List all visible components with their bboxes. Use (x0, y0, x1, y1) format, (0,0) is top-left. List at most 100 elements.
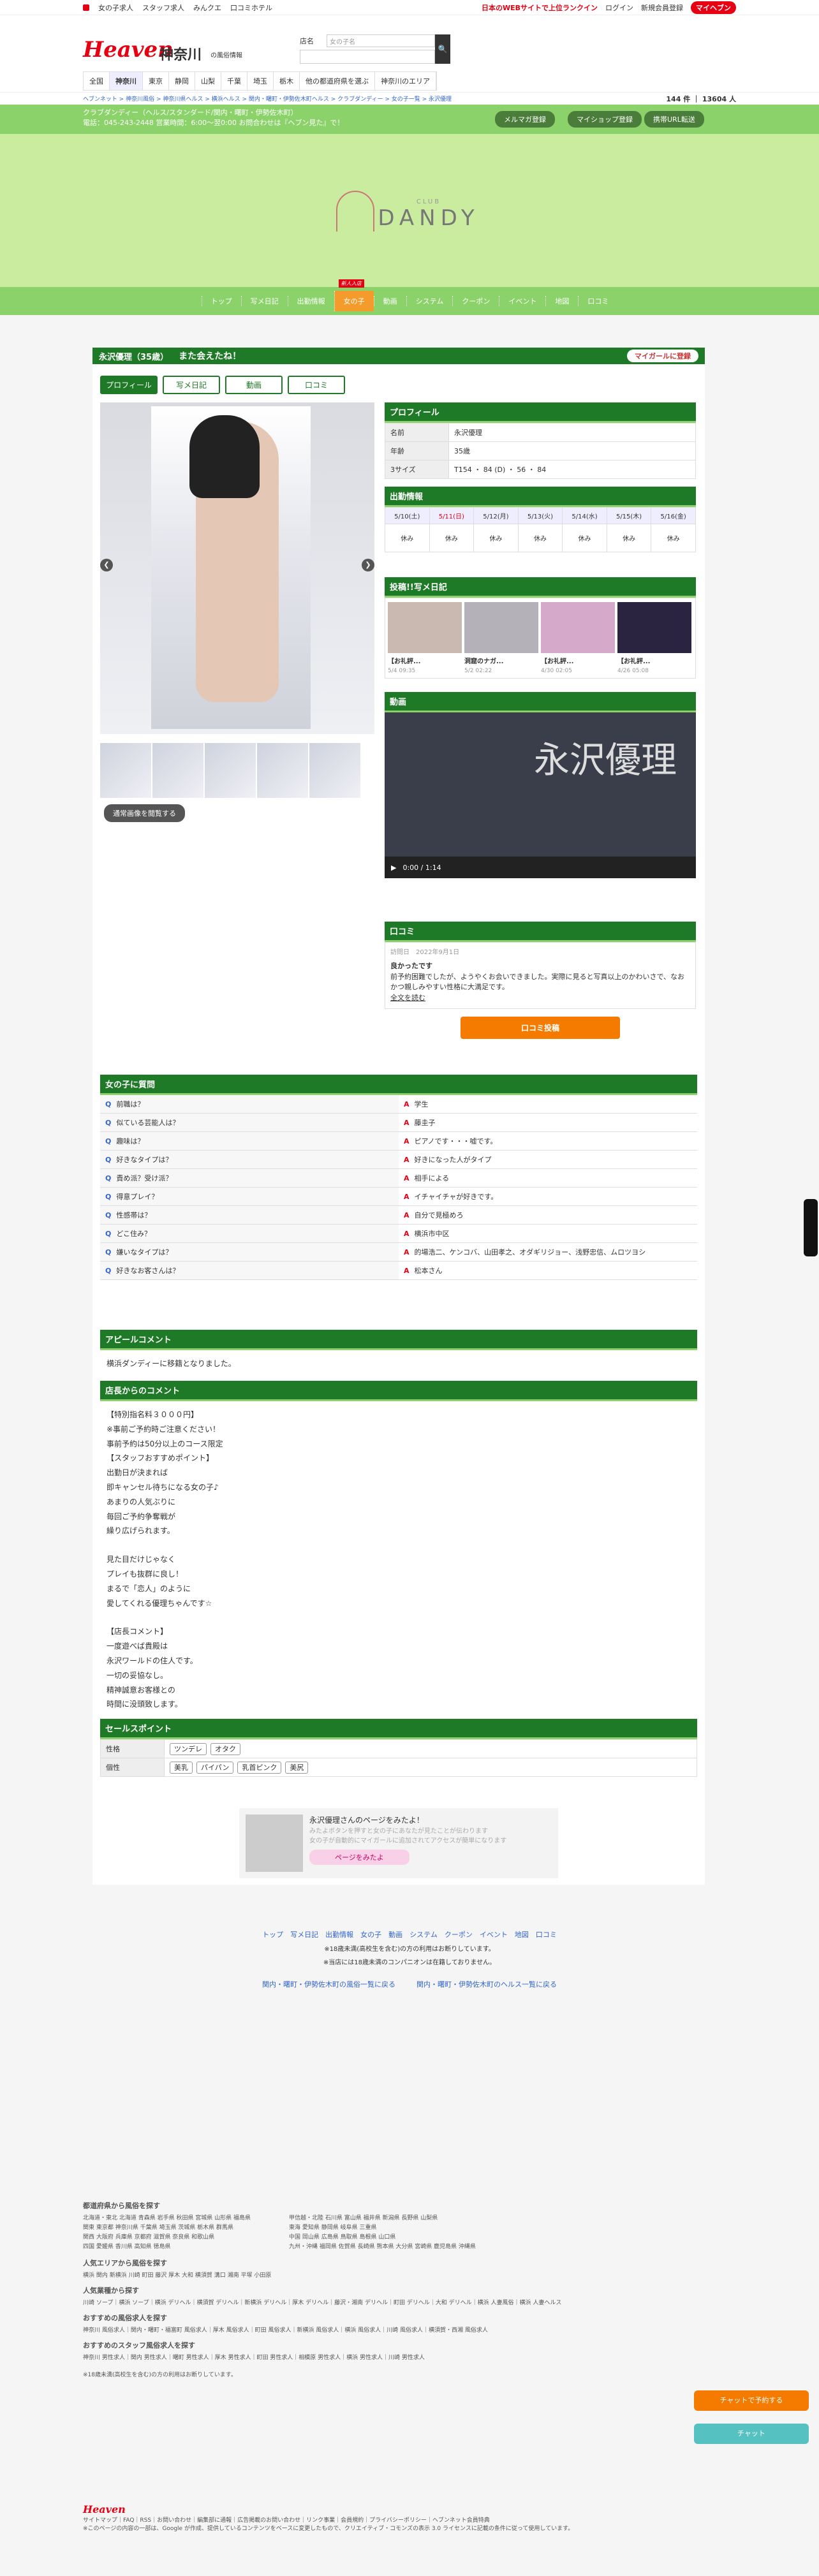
photo-thumbnails (100, 743, 360, 798)
back-link-2[interactable]: 関内・曙町・伊勢佐木町のヘルス一覧に戻る (417, 1980, 557, 1989)
thumbnail[interactable] (205, 743, 256, 798)
tab-review[interactable]: 口コミ (288, 376, 345, 394)
topnav-link-1[interactable]: 女の子求人 (98, 3, 133, 13)
thumbnail[interactable] (152, 743, 203, 798)
footer-link[interactable]: 動画 (388, 1931, 402, 1939)
footer-link[interactable]: トップ (262, 1931, 283, 1939)
area-tab[interactable]: 神奈川 (110, 72, 143, 90)
breadcrumb-path[interactable]: ヘブンネット > 神奈川風俗 > 神奈川県ヘルス > 横浜ヘルス > 関内・曙町… (83, 94, 452, 103)
area-tab[interactable]: 栃木 (274, 72, 300, 90)
shop-count: 144 件 ｜ 13604 人 (666, 94, 736, 103)
area-tab[interactable]: 静岡 (169, 72, 195, 90)
mitayo-box: 永沢優理さんのページをみたよ！ みたよボタンを押すと女の子にあなたが見たことが伝… (239, 1808, 558, 1878)
nav-coupon[interactable]: クーポン (452, 296, 499, 306)
mitayo-button[interactable]: ページをみたよ (309, 1850, 410, 1865)
chat-reserve-button[interactable]: チャットで予約する (694, 2390, 809, 2411)
nav-diary[interactable]: 写メ日記 (240, 296, 288, 306)
normal-image-button[interactable]: 通常画像を閲覧する (104, 804, 185, 822)
footer-link[interactable]: 女の子 (360, 1931, 381, 1939)
ranking-text: 日本のWEBサイトで上位ランクイン (481, 3, 598, 12)
area-tab[interactable]: 埼玉 (247, 72, 274, 90)
login-link[interactable]: ログイン (605, 3, 633, 13)
profile-title: プロフィール (385, 402, 696, 423)
area-tab[interactable]: 他の都道府県を選ぶ (300, 72, 375, 90)
area-tab[interactable]: 東京 (143, 72, 169, 90)
favorite-button[interactable]: マイガールに登録 (627, 350, 698, 362)
thumbnail[interactable] (309, 743, 360, 798)
video-player[interactable]: 永沢優理 ▶ 0:00 / 1:14 (385, 712, 696, 878)
area-links[interactable]: 横浜 関内 新横浜 川崎 町田 藤沢 厚木 大和 横須賀 溝口 湘南 平塚 小田… (83, 2271, 736, 2279)
topnav-link-2[interactable]: スタッフ求人 (142, 3, 184, 13)
tab-profile[interactable]: プロフィール (100, 376, 158, 394)
job-links[interactable]: 神奈川 風俗求人｜関内・曙町・福富町 風俗求人｜厚木 風俗求人｜町田 風俗求人｜… (83, 2325, 736, 2334)
staff-comment-title: 店長からのコメント (100, 1381, 697, 1401)
nav-schedule[interactable]: 出勤情報 (287, 296, 334, 306)
new-badge: 新人入店 (338, 279, 364, 288)
review-more-link[interactable]: 全文を読む (390, 994, 425, 1002)
my-heaven-button[interactable]: マイヘブン (691, 1, 736, 14)
diary-title: 投稿!!写メ日記 (385, 577, 696, 598)
footer-link[interactable]: 地図 (515, 1931, 529, 1939)
footer-link[interactable]: イベント (480, 1931, 508, 1939)
play-icon[interactable]: ▶ (391, 864, 396, 872)
nav-map[interactable]: 地図 (545, 296, 578, 306)
mailmag-button[interactable]: メルマガ登録 (495, 111, 555, 128)
nav-review[interactable]: 口コミ (578, 296, 617, 306)
header: Heaven 神奈川 の風俗情報 店名 女の子名 🔍 全国 神奈川 東京 静岡 … (0, 15, 819, 92)
genre-links[interactable]: 川崎 ソープ｜横浜 ソープ｜横浜 デリヘル｜横須賀 デリヘル｜新横浜 デリヘル｜… (83, 2298, 736, 2306)
area-tab[interactable]: 山梨 (195, 72, 221, 90)
age-note-2: ※当店には18歳未満のコンパニオンは在籍しておりません。 (323, 1959, 496, 1966)
footer-logo[interactable]: Heaven (83, 2503, 736, 2515)
footer-link[interactable]: クーポン (445, 1931, 473, 1939)
staff-job-links[interactable]: 神奈川 男性求人｜関内 男性求人｜曙町 男性求人｜厚木 男性求人｜町田 男性求人… (83, 2353, 736, 2361)
diary-post[interactable]: 【お礼評... 4/26 05:08 (617, 602, 691, 674)
diary-post[interactable]: 洞窟のナガ... 5/2 02:22 (464, 602, 538, 674)
area-tab[interactable]: 千葉 (221, 72, 247, 90)
nav-system[interactable]: システム (406, 296, 453, 306)
qa-title: 女の子に質問 (100, 1075, 697, 1095)
footer-link[interactable]: 写メ日記 (290, 1931, 318, 1939)
sales-points-title: セールスポイント (100, 1719, 697, 1739)
photo-hair (189, 415, 260, 498)
mobile-url-button[interactable]: 携帯URL転送 (644, 111, 704, 128)
profile-section: プロフィール 名前 永沢優理 年齢 35歳 3サイズ T154 ・ 84 (D) ・ … (385, 402, 696, 479)
myshop-button[interactable]: マイショップ登録 (568, 111, 642, 128)
search-input-2[interactable] (300, 50, 435, 64)
tab-video[interactable]: 動画 (225, 376, 283, 394)
register-link[interactable]: 新規会員登録 (641, 3, 683, 13)
topnav-link-3[interactable]: みんクエ (193, 3, 221, 13)
prev-arrow-icon[interactable]: ❮ (100, 559, 113, 571)
review-section: 口コミ 訪問日 2022年9月1日 良かったです 前予約困難でしたが、ようやくお… (385, 922, 696, 1047)
tab-diary[interactable]: 写メ日記 (163, 376, 220, 394)
profile-table: 名前 永沢優理 年齢 35歳 3サイズ T154 ・ 84 (D) ・ 56 ・ 84 (385, 423, 696, 479)
post-review-button[interactable]: 口コミ投稿 (461, 1017, 620, 1039)
appeal-title: アピールコメント (100, 1330, 697, 1350)
footer-link[interactable]: システム (410, 1931, 438, 1939)
nav-event[interactable]: イベント (499, 296, 545, 306)
area-tab[interactable]: 神奈川のエリア (375, 72, 436, 90)
diary-post[interactable]: 【お礼評... 4/30 02:05 (541, 602, 615, 674)
search-input[interactable]: 女の子名 (327, 34, 435, 47)
diary-post[interactable]: 【お礼評... 5/4 09:35 (388, 602, 462, 674)
next-arrow-icon[interactable]: ❯ (362, 559, 374, 571)
staff-comment-text: 【特別指名料３０００円】 ※事前ご予約時ご注意ください！ 事前予約は50分以上のコー… (107, 1410, 223, 1709)
nav-video[interactable]: 動画 (373, 296, 406, 306)
footer-link[interactable]: 出勤情報 (325, 1931, 353, 1939)
footer-link[interactable]: 口コミ (536, 1931, 557, 1939)
main-content: 永沢優理（35歳） また会えたね！ マイガールに登録 プロフィール 写メ日記 動… (92, 348, 705, 1885)
thumbnail[interactable] (257, 743, 308, 798)
girl-message: また会えたね！ (179, 351, 242, 362)
back-link-1[interactable]: 関内・曙町・伊勢佐木町の風俗一覧に戻る (262, 1980, 395, 1989)
topnav-link-4[interactable]: 口コミホテル (230, 3, 272, 13)
footer-links[interactable]: サイトマップ｜FAQ｜RSS｜お問い合わせ｜編集部に通報｜広告掲載のお問い合わせ… (83, 2515, 736, 2524)
chat-button[interactable]: チャット (694, 2424, 809, 2444)
side-tool[interactable] (804, 1199, 818, 1256)
nav-girls[interactable]: 新人入店 女の子 (334, 279, 374, 311)
area-tab[interactable]: 全国 (84, 72, 110, 90)
search-label: 店名 (300, 37, 314, 45)
nav-top[interactable]: トップ (201, 296, 241, 306)
girl-photo[interactable]: ❮ ❯ (100, 402, 374, 734)
region-title: 神奈川 (159, 47, 202, 63)
thumbnail[interactable] (100, 743, 151, 798)
search-icon[interactable]: 🔍 (435, 34, 450, 64)
